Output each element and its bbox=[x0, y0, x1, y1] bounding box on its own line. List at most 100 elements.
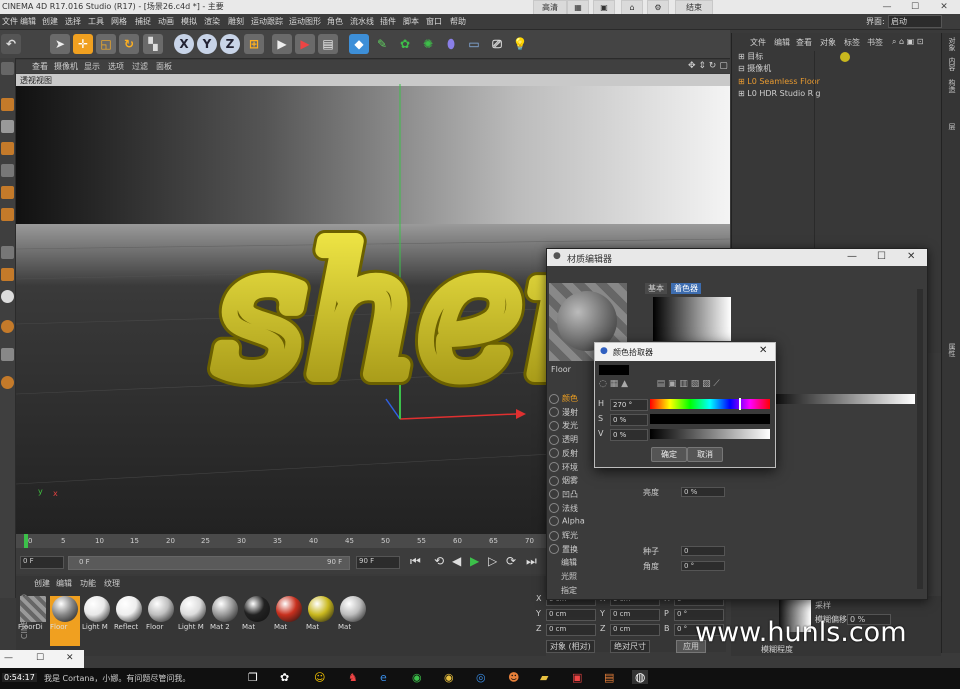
app-icon-8[interactable]: ☻ bbox=[508, 671, 519, 684]
material-item[interactable]: Light M bbox=[178, 596, 208, 646]
om-search-icon[interactable]: ⌕ ⌂ ▣ ⊡ bbox=[892, 37, 923, 47]
coord-system-icon[interactable]: ⊞ bbox=[244, 34, 264, 54]
tab-content[interactable]: 内容 bbox=[945, 57, 957, 71]
polygons-mode-icon[interactable] bbox=[1, 164, 14, 177]
channel-radio-icon[interactable] bbox=[549, 503, 559, 514]
object-target[interactable]: ⊞ 目标 bbox=[738, 51, 763, 63]
axis-x-button[interactable]: X bbox=[174, 34, 194, 54]
picker-cancel-button[interactable]: 取消 bbox=[687, 447, 723, 462]
make-editable-icon[interactable] bbox=[1, 62, 14, 75]
me-maximize-button[interactable]: ☐ bbox=[877, 251, 886, 262]
channel-radio-icon[interactable] bbox=[549, 489, 559, 500]
range-slider[interactable]: 0 F 90 F bbox=[68, 556, 350, 570]
channel-item[interactable]: 指定 bbox=[549, 585, 647, 598]
goto-end-icon[interactable]: ⏭ bbox=[526, 554, 537, 569]
vp-menu-filter[interactable]: 过滤 bbox=[132, 61, 148, 72]
menu-sculpt[interactable]: 雕刻 bbox=[228, 16, 244, 27]
home-icon[interactable]: ⌂ bbox=[621, 0, 643, 15]
maximize-button[interactable]: ☐ bbox=[901, 0, 929, 14]
channel-item[interactable]: 凹凸 bbox=[549, 489, 635, 502]
close-button[interactable]: ✕ bbox=[930, 0, 958, 14]
coord-field[interactable]: 0 cm bbox=[610, 624, 660, 636]
menu-edit[interactable]: 编辑 bbox=[20, 16, 36, 27]
scale-tool-icon[interactable]: ◱ bbox=[96, 34, 116, 54]
menu-mograph[interactable]: 运动图形 bbox=[289, 16, 321, 27]
tab-basic[interactable]: 基本 bbox=[645, 283, 667, 294]
app-icon-1[interactable]: ✿ bbox=[280, 671, 289, 684]
material-item[interactable]: Mat bbox=[274, 596, 304, 646]
menu-script[interactable]: 脚本 bbox=[403, 16, 419, 27]
object-camera[interactable]: ⊟ 摄像机 bbox=[738, 63, 771, 75]
mm-menu-texture[interactable]: 纹理 bbox=[104, 578, 120, 589]
app-icon-11[interactable]: ▤ bbox=[604, 671, 614, 684]
channel-item[interactable]: 烟雾 bbox=[549, 475, 635, 488]
app-icon-3[interactable]: ♞ bbox=[348, 671, 358, 684]
vp-menu-options[interactable]: 选项 bbox=[108, 61, 124, 72]
task-view-icon[interactable]: ❐ bbox=[248, 671, 258, 684]
locked-workplane-icon[interactable] bbox=[1, 320, 14, 333]
me-scrollbar[interactable] bbox=[917, 289, 923, 589]
om-menu-edit[interactable]: 编辑 bbox=[774, 37, 790, 48]
cortana-search[interactable]: 我是 Cortana，小娜。有问题尽管问我。 bbox=[44, 673, 234, 684]
end-button[interactable]: 结束 bbox=[675, 0, 713, 15]
hd-button[interactable]: 高清 bbox=[533, 0, 567, 15]
saturation-field[interactable]: 0 % bbox=[610, 414, 648, 426]
cube-icon[interactable]: ◆ bbox=[349, 34, 369, 54]
rotate-tool-icon[interactable]: ↻ bbox=[119, 34, 139, 54]
checker-icon[interactable] bbox=[1, 120, 14, 133]
viewport-nav-icons[interactable]: ✥ ⇕ ↻ ▢ bbox=[688, 61, 728, 71]
hue-slider-thumb[interactable] bbox=[739, 398, 741, 410]
channel-radio-icon[interactable] bbox=[549, 407, 559, 418]
menu-help[interactable]: 帮助 bbox=[450, 16, 466, 27]
channel-radio-icon[interactable] bbox=[549, 516, 559, 527]
snap-icon[interactable] bbox=[1, 246, 14, 259]
object-hdr-studio-rig[interactable]: ⊞ L0 HDR Studio Rig bbox=[738, 89, 821, 101]
pen-spline-icon[interactable]: ✎ bbox=[372, 34, 392, 54]
picker-ok-button[interactable]: 确定 bbox=[651, 447, 687, 462]
tab-attributes[interactable]: 属性 bbox=[945, 343, 957, 357]
field-brightness[interactable]: 0 % bbox=[681, 487, 725, 497]
channel-radio-icon[interactable] bbox=[549, 544, 559, 555]
mm-menu-function[interactable]: 功能 bbox=[80, 578, 96, 589]
channel-item[interactable]: Alpha bbox=[549, 516, 635, 529]
menu-simulate[interactable]: 模拟 bbox=[181, 16, 197, 27]
tab-objects[interactable]: 对象 bbox=[945, 37, 957, 51]
tab-structure[interactable]: 构造 bbox=[945, 79, 957, 93]
material-item[interactable]: FloorDi bbox=[18, 596, 48, 646]
layout-select[interactable]: 启动 bbox=[888, 15, 942, 28]
undo-icon[interactable]: ↶ bbox=[1, 34, 21, 54]
value-field[interactable]: 0 % bbox=[610, 429, 648, 441]
coord-field[interactable]: 0 cm bbox=[546, 624, 596, 636]
color-picker-close[interactable]: ✕ bbox=[759, 345, 767, 356]
coord-size-select[interactable]: 绝对尺寸 bbox=[610, 640, 650, 653]
coord-mode-select[interactable]: 对象 (相对) bbox=[546, 640, 595, 653]
render-settings-icon[interactable]: ▤ bbox=[318, 34, 338, 54]
hue-field[interactable]: 270 ° bbox=[610, 399, 648, 411]
object-seamless-floor[interactable]: ⊞ L0 Seamless Floor bbox=[738, 77, 820, 89]
tab-layers[interactable]: 层 bbox=[945, 123, 957, 130]
render-to-pv-icon[interactable]: ▶ bbox=[295, 34, 315, 54]
start-frame-field[interactable]: 0 F bbox=[20, 556, 64, 569]
channel-item[interactable]: 辉光 bbox=[549, 530, 635, 543]
magnet-icon[interactable] bbox=[1, 290, 14, 303]
mm-menu-create[interactable]: 创建 bbox=[34, 578, 50, 589]
vp-menu-camera[interactable]: 摄像机 bbox=[54, 61, 78, 72]
menu-plugins[interactable]: 插件 bbox=[380, 16, 396, 27]
small-max-button[interactable]: ☐ bbox=[36, 653, 44, 663]
edges-mode-icon[interactable] bbox=[1, 142, 14, 155]
vp-menu-view[interactable]: 查看 bbox=[32, 61, 48, 72]
end-frame-field[interactable]: 90 F bbox=[356, 556, 400, 569]
window-icon[interactable]: ▣ bbox=[593, 0, 615, 15]
channel-item[interactable]: 光照 bbox=[549, 571, 647, 584]
field-angle[interactable]: 0 ° bbox=[681, 561, 725, 571]
channel-radio-icon[interactable] bbox=[549, 530, 559, 541]
camera-icon[interactable]: ⎚ bbox=[487, 34, 507, 54]
menu-mesh[interactable]: 网格 bbox=[111, 16, 127, 27]
menu-motion-tracking[interactable]: 运动跟踪 bbox=[251, 16, 283, 27]
menu-window[interactable]: 窗口 bbox=[426, 16, 442, 27]
next-key-icon[interactable]: ⟳ bbox=[506, 554, 516, 568]
goto-start-icon[interactable]: ⏮ bbox=[410, 554, 421, 569]
folder-icon[interactable]: ▰ bbox=[540, 671, 548, 684]
prev-key-icon[interactable]: ⟲ bbox=[434, 554, 444, 568]
material-item[interactable]: Mat bbox=[338, 596, 368, 646]
